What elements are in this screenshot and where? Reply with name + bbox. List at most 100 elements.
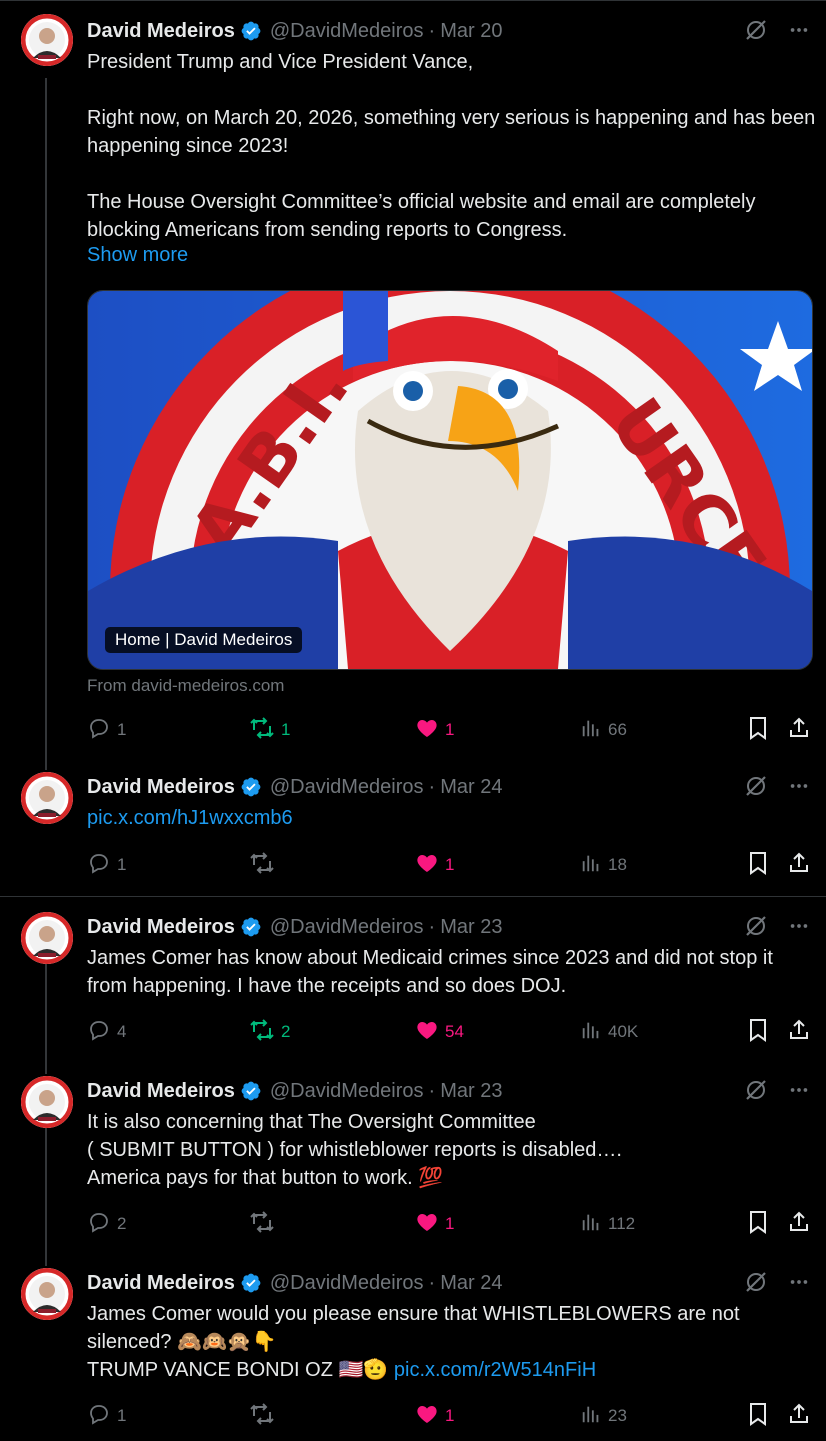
views-button[interactable]: 66 <box>580 715 627 745</box>
share-button[interactable] <box>787 850 811 880</box>
share-button[interactable] <box>787 715 811 745</box>
link-preview-card[interactable]: A.B.I. URCES Home | David Medeiros <box>87 290 813 670</box>
author-avatar[interactable] <box>21 1076 73 1128</box>
views-button[interactable]: 18 <box>580 850 627 880</box>
more-options-icon[interactable] <box>788 1271 810 1293</box>
author-handle[interactable]: @DavidMedeiros <box>270 776 424 799</box>
bookmark-button[interactable] <box>747 1401 769 1431</box>
retweet-button[interactable] <box>249 1401 281 1431</box>
more-options-icon[interactable] <box>788 775 810 797</box>
verified-badge-icon[interactable] <box>240 776 262 798</box>
author-avatar[interactable] <box>21 14 73 66</box>
thread-line <box>45 962 47 1074</box>
author-name[interactable]: David Medeiros <box>87 916 235 939</box>
show-more-link[interactable]: Show more <box>87 244 188 267</box>
views-button[interactable]: 112 <box>580 1209 635 1239</box>
tweet-text: pic.x.com/hJ1wxxcmb6 <box>87 804 817 832</box>
reply-icon <box>87 851 111 880</box>
author-avatar[interactable] <box>21 772 73 824</box>
author-name[interactable]: David Medeiros <box>87 1080 235 1103</box>
reply-button[interactable]: 1 <box>87 1401 126 1431</box>
views-icon <box>580 852 602 879</box>
tweet-header-actions <box>744 18 810 42</box>
author-avatar[interactable] <box>21 1268 73 1320</box>
like-button[interactable]: 1 <box>415 715 454 745</box>
reply-button[interactable]: 2 <box>87 1209 126 1239</box>
grok-icon[interactable] <box>744 18 768 42</box>
tweet-date[interactable]: Mar 20 <box>440 20 502 43</box>
tweet-date[interactable]: Mar 23 <box>440 916 502 939</box>
reply-count: 1 <box>117 720 127 739</box>
tweet-date[interactable]: Mar 24 <box>440 776 502 799</box>
media-link[interactable]: pic.x.com/hJ1wxxcmb6 <box>87 807 293 829</box>
like-button[interactable]: 1 <box>415 850 454 880</box>
tweet-text: President Trump and Vice President Vance… <box>87 48 817 244</box>
heart-icon <box>415 1018 439 1047</box>
reply-count: 1 <box>117 1406 127 1425</box>
tweet-text-content: James Comer has know about Medicaid crim… <box>87 947 773 997</box>
reply-button[interactable]: 1 <box>87 715 126 745</box>
author-handle[interactable]: @DavidMedeiros <box>270 1080 424 1103</box>
grok-icon[interactable] <box>744 1078 768 1102</box>
author-avatar[interactable] <box>21 912 73 964</box>
retweet-icon <box>249 1402 275 1431</box>
like-count: 54 <box>445 1022 464 1041</box>
retweet-button[interactable]: 2 <box>249 1017 290 1047</box>
like-button[interactable]: 1 <box>415 1401 454 1431</box>
author-handle[interactable]: @DavidMedeiros <box>270 916 424 939</box>
tweet-actions: 1 1 1 66 <box>87 715 813 745</box>
media-link[interactable]: pic.x.com/r2W514nFiH <box>394 1359 596 1381</box>
tweet-date[interactable]: Mar 23 <box>440 1080 502 1103</box>
bookmark-icon <box>747 1402 769 1431</box>
tweet-header: David Medeiros @DavidMedeiros · Mar 20 <box>87 18 502 44</box>
separator-dot: · <box>428 1079 436 1102</box>
tweet-date[interactable]: Mar 24 <box>440 1272 502 1295</box>
conversation-divider <box>0 896 826 897</box>
retweet-button[interactable] <box>249 1209 281 1239</box>
more-options-icon[interactable] <box>788 915 810 937</box>
grok-icon[interactable] <box>744 914 768 938</box>
views-count: 23 <box>608 1406 627 1425</box>
author-name[interactable]: David Medeiros <box>87 20 235 43</box>
author-handle[interactable]: @DavidMedeiros <box>270 1272 424 1295</box>
retweet-count: 2 <box>281 1022 291 1041</box>
bookmark-icon <box>747 1210 769 1239</box>
share-button[interactable] <box>787 1209 811 1239</box>
card-image: A.B.I. URCES <box>88 291 812 669</box>
more-options-icon[interactable] <box>788 1079 810 1101</box>
reply-icon <box>87 1210 111 1239</box>
bookmark-button[interactable] <box>747 1209 769 1239</box>
views-button[interactable]: 23 <box>580 1401 627 1431</box>
bookmark-button[interactable] <box>747 715 769 745</box>
bookmark-icon <box>747 1018 769 1047</box>
bookmark-button[interactable] <box>747 850 769 880</box>
verified-badge-icon[interactable] <box>240 1080 262 1102</box>
heart-icon <box>415 716 439 745</box>
author-handle[interactable]: @DavidMedeiros <box>270 20 424 43</box>
reply-button[interactable]: 4 <box>87 1017 126 1047</box>
like-button[interactable]: 54 <box>415 1017 464 1047</box>
bookmark-button[interactable] <box>747 1017 769 1047</box>
author-name[interactable]: David Medeiros <box>87 776 235 799</box>
retweet-button[interactable]: 1 <box>249 715 290 745</box>
more-options-icon[interactable] <box>788 19 810 41</box>
like-count: 1 <box>445 1214 455 1233</box>
like-button[interactable]: 1 <box>415 1209 454 1239</box>
verified-badge-icon[interactable] <box>240 1272 262 1294</box>
grok-icon[interactable] <box>744 1270 768 1294</box>
grok-icon[interactable] <box>744 774 768 798</box>
verified-badge-icon[interactable] <box>240 916 262 938</box>
verified-badge-icon[interactable] <box>240 20 262 42</box>
tweet-header-actions <box>744 1078 810 1102</box>
share-button[interactable] <box>787 1401 811 1431</box>
views-button[interactable]: 40K <box>580 1017 638 1047</box>
tweet-actions: 1 1 23 <box>87 1401 813 1431</box>
share-button[interactable] <box>787 1017 811 1047</box>
reply-button[interactable]: 1 <box>87 850 126 880</box>
tweet-header: David Medeiros @DavidMedeiros · Mar 24 <box>87 774 502 800</box>
retweet-button[interactable] <box>249 850 281 880</box>
separator-dot: · <box>428 19 436 42</box>
reply-count: 2 <box>117 1214 127 1233</box>
author-name[interactable]: David Medeiros <box>87 1272 235 1295</box>
card-source[interactable]: From david-medeiros.com <box>87 676 284 696</box>
